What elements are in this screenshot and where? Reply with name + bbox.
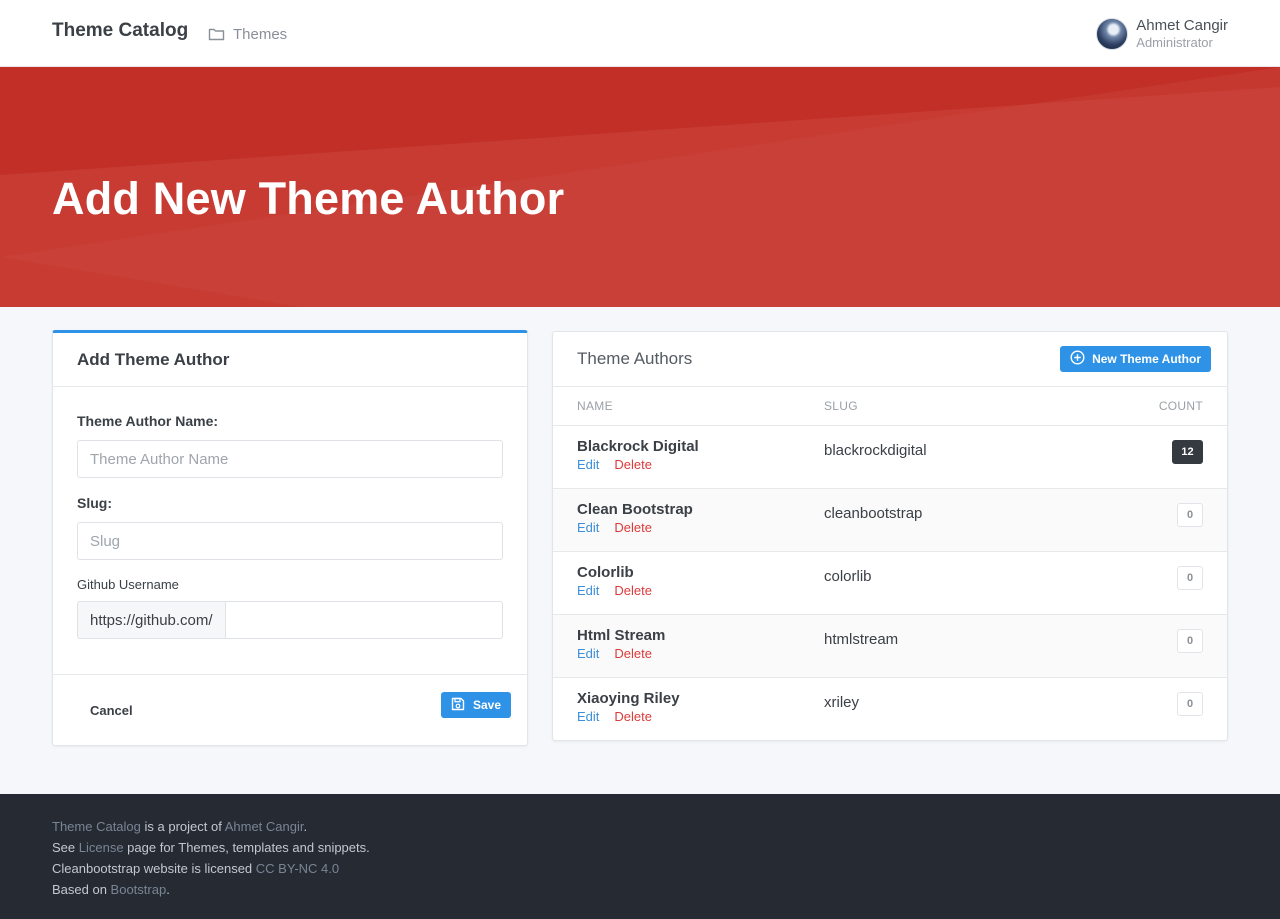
theme-authors-card: Theme Authors New Theme Author Name Slug… bbox=[552, 331, 1228, 741]
count-badge: 0 bbox=[1177, 628, 1203, 653]
new-theme-author-button[interactable]: New Theme Author bbox=[1060, 346, 1211, 372]
footer-link-theme-catalog[interactable]: Theme Catalog bbox=[52, 819, 141, 834]
author-slug: cleanbootstrap bbox=[824, 504, 923, 522]
author-name-label: Theme Author Name: bbox=[77, 413, 219, 429]
github-input-group: https://github.com/ bbox=[77, 601, 503, 639]
save-button[interactable]: Save bbox=[440, 692, 511, 718]
cancel-button[interactable]: Cancel bbox=[77, 701, 146, 719]
author-name: Clean Bootstrap bbox=[577, 500, 693, 518]
count-badge: 0 bbox=[1177, 565, 1203, 590]
table-row: Colorlib Edit Delete colorlib 0 bbox=[553, 551, 1227, 614]
count-badge: 0 bbox=[1177, 502, 1203, 527]
delete-link[interactable]: Delete bbox=[614, 583, 652, 598]
github-url-prefix: https://github.com/ bbox=[77, 601, 226, 639]
folder-icon bbox=[208, 27, 225, 41]
slug-label: Slug: bbox=[77, 495, 112, 511]
author-form: Theme Author Name: Slug: Github Username… bbox=[53, 387, 527, 639]
footer-text: . bbox=[303, 819, 308, 834]
authors-table: Name Slug Count Blackrock Digital Edit D… bbox=[553, 387, 1227, 740]
page-hero: Add New Theme Author bbox=[0, 67, 1280, 307]
footer-text: is a project of bbox=[140, 819, 225, 834]
delete-link[interactable]: Delete bbox=[614, 520, 652, 535]
author-name: Html Stream bbox=[577, 626, 666, 644]
author-slug: blackrockdigital bbox=[824, 441, 927, 459]
author-name: Xiaoying Riley bbox=[577, 689, 680, 707]
delete-link[interactable]: Delete bbox=[614, 457, 652, 472]
author-name: Colorlib bbox=[577, 563, 634, 581]
edit-link[interactable]: Edit bbox=[577, 520, 599, 535]
count-badge: 0 bbox=[1177, 691, 1203, 716]
count-badge: 12 bbox=[1172, 439, 1203, 464]
footer-link-license[interactable]: License bbox=[79, 840, 124, 855]
table-row: Html Stream Edit Delete htmlstream 0 bbox=[553, 614, 1227, 677]
nav-link-label: Themes bbox=[233, 25, 288, 43]
new-theme-author-label: New Theme Author bbox=[1092, 352, 1201, 366]
plus-circle-icon bbox=[1070, 350, 1085, 368]
user-menu[interactable]: Ahmet Cangir Administrator bbox=[1096, 14, 1228, 54]
form-footer: Cancel Save bbox=[53, 674, 527, 745]
column-header-count[interactable]: Count bbox=[1066, 387, 1227, 426]
edit-link[interactable]: Edit bbox=[577, 457, 599, 472]
table-row: Clean Bootstrap Edit Delete cleanbootstr… bbox=[553, 488, 1227, 551]
floppy-disk-icon bbox=[451, 697, 465, 714]
page-title: Add New Theme Author bbox=[52, 173, 565, 224]
user-role: Administrator bbox=[1136, 35, 1213, 51]
user-name: Ahmet Cangir bbox=[1136, 16, 1228, 34]
edit-link[interactable]: Edit bbox=[577, 583, 599, 598]
page-footer: Theme Catalog is a project of Ahmet Cang… bbox=[0, 794, 1280, 919]
card-title: Add Theme Author bbox=[77, 349, 230, 369]
edit-link[interactable]: Edit bbox=[577, 646, 599, 661]
footer-text: . bbox=[166, 882, 170, 897]
card-title: Theme Authors bbox=[577, 349, 693, 368]
author-name: Blackrock Digital bbox=[577, 437, 699, 455]
footer-line-cc: Cleanbootstrap website is licensed CC BY… bbox=[52, 858, 1228, 879]
footer-line-bootstrap: Based on Bootstrap. bbox=[52, 879, 1228, 900]
footer-link-bootstrap[interactable]: Bootstrap bbox=[111, 882, 167, 897]
delete-link[interactable]: Delete bbox=[614, 709, 652, 724]
author-slug: htmlstream bbox=[824, 630, 899, 648]
author-name-input[interactable] bbox=[77, 440, 503, 478]
table-row: Xiaoying Riley Edit Delete xriley 0 bbox=[553, 677, 1227, 740]
nav-link-themes[interactable]: Themes bbox=[208, 24, 287, 44]
slug-input[interactable] bbox=[77, 522, 503, 560]
footer-line-license: See License page for Themes, templates a… bbox=[52, 837, 1228, 858]
card-header: Add Theme Author bbox=[53, 333, 527, 387]
footer-text: See bbox=[52, 840, 79, 855]
add-author-card: Add Theme Author Theme Author Name: Slug… bbox=[52, 330, 528, 746]
footer-text: Based on bbox=[52, 882, 111, 897]
github-username-input[interactable] bbox=[225, 601, 503, 639]
footer-text: Cleanbootstrap website is licensed bbox=[52, 861, 256, 876]
footer-link-cc-license[interactable]: CC BY-NC 4.0 bbox=[256, 861, 339, 876]
brand-logo[interactable]: Theme Catalog bbox=[52, 20, 188, 42]
author-slug: xriley bbox=[824, 693, 860, 711]
edit-link[interactable]: Edit bbox=[577, 709, 599, 724]
github-username-label: Github Username bbox=[77, 577, 179, 592]
card-header: Theme Authors New Theme Author bbox=[553, 332, 1227, 387]
footer-link-author[interactable]: Ahmet Cangir bbox=[225, 819, 304, 834]
footer-text: page for Themes, templates and snippets. bbox=[123, 840, 370, 855]
save-button-label: Save bbox=[472, 698, 501, 712]
column-header-name[interactable]: Name bbox=[553, 387, 824, 426]
delete-link[interactable]: Delete bbox=[614, 646, 652, 661]
table-row: Blackrock Digital Edit Delete blackrockd… bbox=[553, 425, 1227, 488]
column-header-slug[interactable]: Slug bbox=[824, 387, 1067, 426]
footer-line-project: Theme Catalog is a project of Ahmet Cang… bbox=[52, 816, 1228, 837]
author-slug: colorlib bbox=[824, 567, 872, 585]
top-navbar: Theme Catalog Themes Ahmet Cangir Admini… bbox=[0, 0, 1280, 67]
avatar bbox=[1096, 18, 1129, 50]
